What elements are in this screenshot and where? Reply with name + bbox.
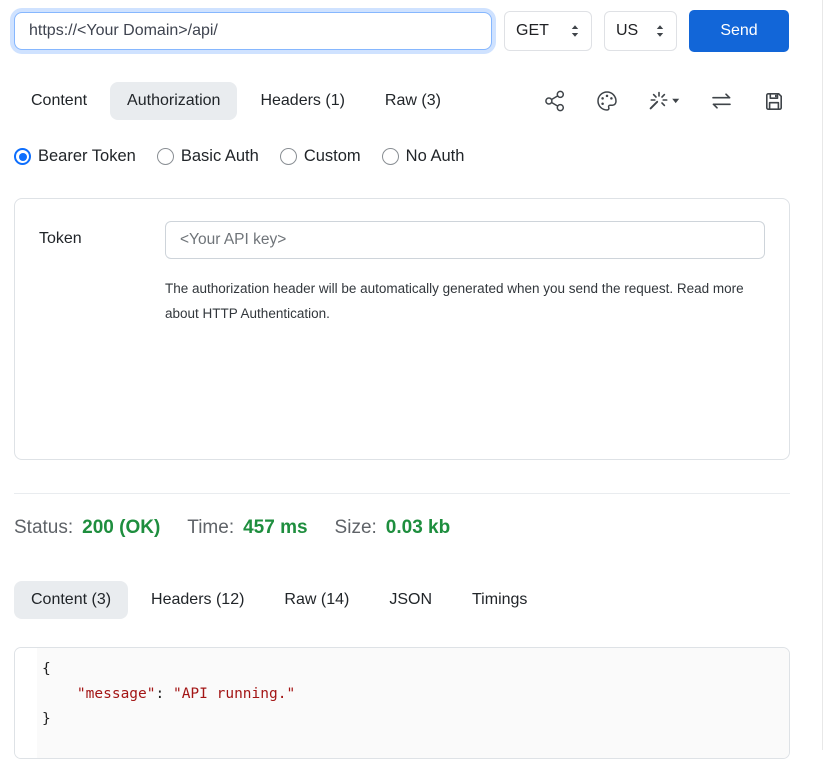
theme-button[interactable] <box>595 89 619 113</box>
share-button[interactable] <box>543 89 567 113</box>
json-key: "message" <box>77 686 156 702</box>
swap-arrows-icon <box>709 89 734 113</box>
api-client-page: GET US Send Content Authorization Header… <box>14 0 790 759</box>
size-label: Size: <box>335 517 377 539</box>
radio-unchecked-icon <box>280 148 297 165</box>
save-button[interactable] <box>762 89 786 113</box>
chevron-updown-icon <box>655 24 665 38</box>
convert-button[interactable] <box>709 89 734 113</box>
json-punct: { <box>42 661 51 677</box>
token-label: Token <box>39 221 165 437</box>
size-value: 0.03 kb <box>386 517 450 539</box>
auth-type-options: Bearer Token Basic Auth Custom No Auth <box>14 147 790 166</box>
response-body-viewer[interactable]: { "message": "API running." } <box>14 647 790 759</box>
save-icon <box>762 89 786 113</box>
radio-checked-icon <box>14 148 31 165</box>
caret-down-icon <box>672 99 679 103</box>
tab-response-headers[interactable]: Headers (12) <box>134 581 261 619</box>
status-label: Status: <box>14 517 73 539</box>
tab-authorization[interactable]: Authorization <box>110 82 237 120</box>
tab-response-raw[interactable]: Raw (14) <box>267 581 366 619</box>
auth-option-no-auth[interactable]: No Auth <box>382 147 465 166</box>
region-select[interactable]: US <box>604 11 677 51</box>
status-value: 200 (OK) <box>82 517 160 539</box>
time-label: Time: <box>187 517 234 539</box>
chevron-updown-icon <box>570 24 580 38</box>
response-tabs: Content (3) Headers (12) Raw (14) JSON T… <box>14 581 790 619</box>
tab-response-content[interactable]: Content (3) <box>14 581 128 619</box>
json-response-text: { "message": "API running." } <box>42 657 779 732</box>
auth-option-bearer-token[interactable]: Bearer Token <box>14 147 136 166</box>
time-value: 457 ms <box>243 517 307 539</box>
request-tabs: Content Authorization Headers (1) Raw (3… <box>14 82 458 120</box>
json-punct: : <box>156 686 173 702</box>
generate-code-button[interactable] <box>647 89 681 113</box>
method-select[interactable]: GET <box>504 11 592 51</box>
auth-option-label: Basic Auth <box>181 147 259 166</box>
code-gutter <box>15 648 37 758</box>
token-panel: Token The authorization header will be a… <box>14 198 790 460</box>
auth-option-label: No Auth <box>406 147 465 166</box>
tab-headers[interactable]: Headers (1) <box>243 82 361 120</box>
json-punct: } <box>42 711 51 727</box>
palette-icon <box>595 89 619 113</box>
section-divider <box>14 493 790 494</box>
auth-option-label: Bearer Token <box>38 147 136 166</box>
magic-wand-icon <box>647 89 681 113</box>
content-edge-border <box>822 0 823 750</box>
auth-option-label: Custom <box>304 147 361 166</box>
radio-unchecked-icon <box>157 148 174 165</box>
response-status: Status: 200 (OK) Time: 457 ms Size: 0.03… <box>14 517 790 539</box>
auth-option-basic-auth[interactable]: Basic Auth <box>157 147 259 166</box>
token-input[interactable] <box>165 221 765 259</box>
auth-option-custom[interactable]: Custom <box>280 147 361 166</box>
region-select-value: US <box>616 22 638 40</box>
code-area: { "message": "API running." } <box>37 648 789 758</box>
radio-unchecked-icon <box>382 148 399 165</box>
json-indent <box>42 686 77 702</box>
tab-response-timings[interactable]: Timings <box>455 581 544 619</box>
json-value: "API running." <box>173 686 295 702</box>
method-select-value: GET <box>516 22 549 40</box>
url-input[interactable] <box>14 12 492 50</box>
share-icon <box>543 89 567 113</box>
toolbar <box>543 89 790 113</box>
send-button[interactable]: Send <box>689 10 789 52</box>
tab-raw[interactable]: Raw (3) <box>368 82 458 120</box>
token-help-text: The authorization header will be automat… <box>165 276 751 326</box>
request-bar: GET US Send <box>14 10 790 52</box>
tab-response-json[interactable]: JSON <box>372 581 449 619</box>
tab-content[interactable]: Content <box>14 82 104 120</box>
request-tabs-row: Content Authorization Headers (1) Raw (3… <box>14 82 790 120</box>
